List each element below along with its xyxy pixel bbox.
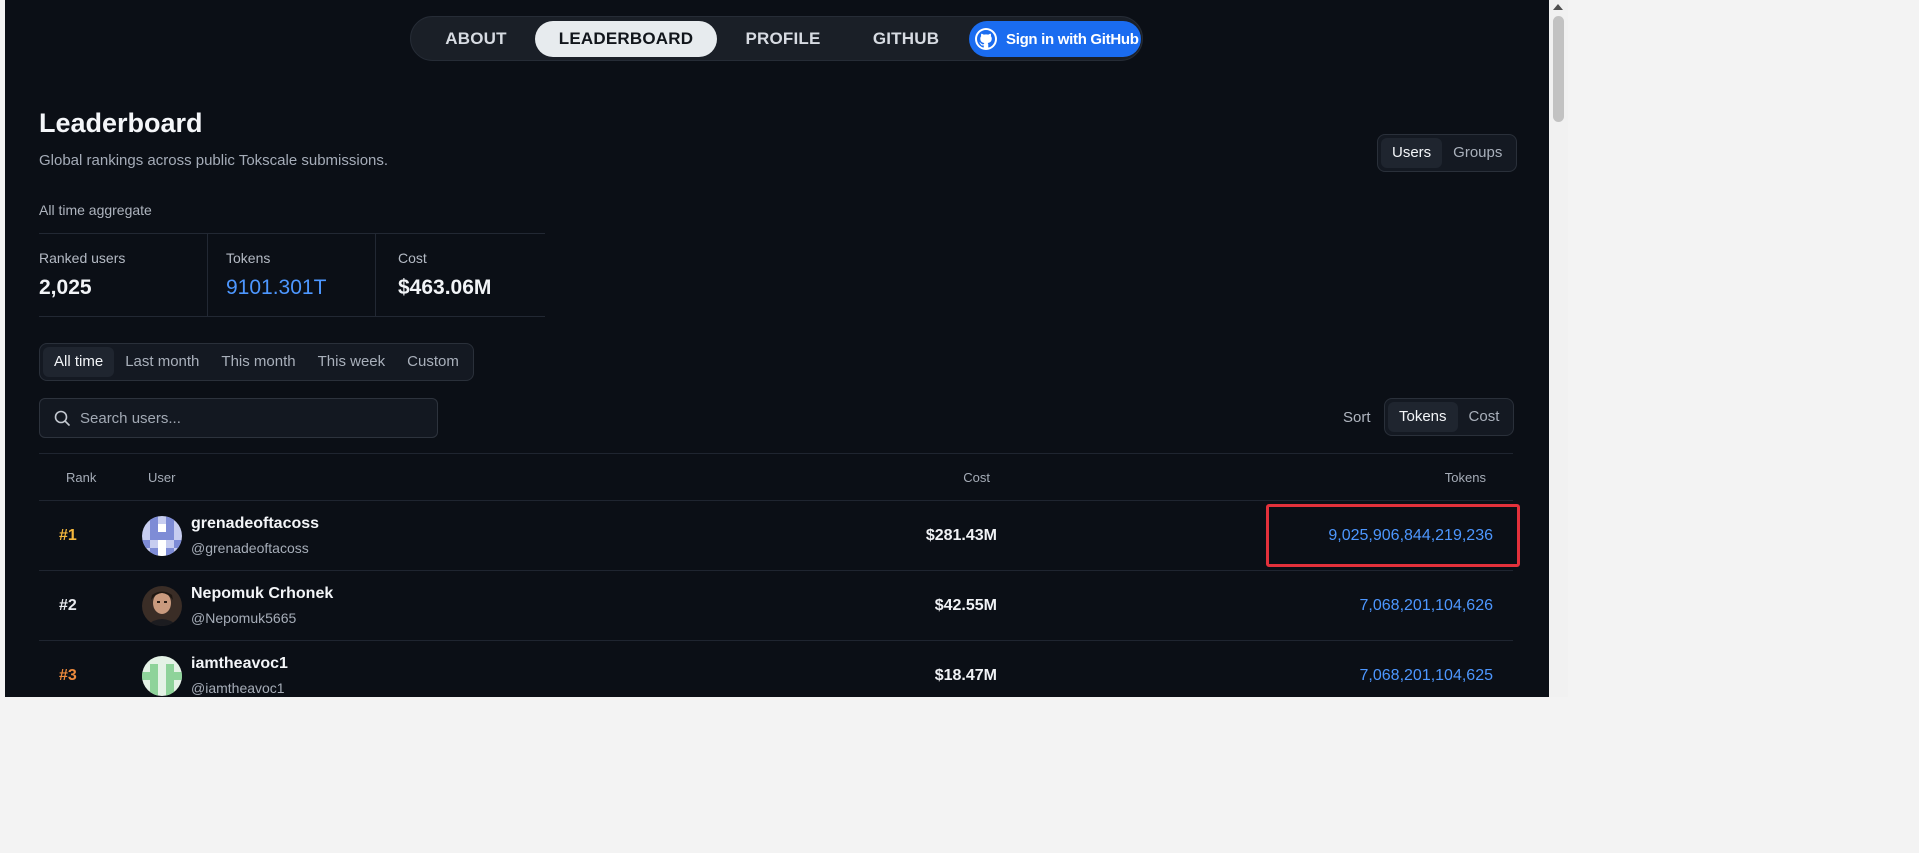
- scroll-thumb[interactable]: [1553, 16, 1564, 122]
- nav-about[interactable]: ABOUT: [420, 21, 532, 57]
- stat-value: 9101.301T: [226, 276, 327, 299]
- table-row[interactable]: #2 Nepomuk Crhonek @Nepomuk5665 $42.55M …: [39, 571, 1513, 641]
- search-box: [39, 398, 438, 438]
- top-nav: ABOUT LEADERBOARD PROFILE GITHUB Sign in…: [410, 16, 1143, 61]
- stat-divider: [207, 234, 208, 317]
- scrollbar[interactable]: [1549, 0, 1568, 697]
- tokens-value: 7,068,201,104,625: [1359, 667, 1493, 684]
- stat-divider: [375, 234, 376, 317]
- period-this-week[interactable]: This week: [307, 347, 397, 377]
- table-row[interactable]: #3 iamtheavoc1 @iamtheavoc1 $18.47M 7,06…: [39, 641, 1513, 697]
- user-handle: @iamtheavoc1: [191, 680, 285, 696]
- period-all-time[interactable]: All time: [43, 347, 115, 377]
- stat-value: $463.06M: [398, 276, 492, 299]
- nav-profile[interactable]: PROFILE: [721, 21, 845, 57]
- cost-value: $281.43M: [925, 527, 997, 544]
- scope-users[interactable]: Users: [1381, 138, 1443, 168]
- user-name[interactable]: Nepomuk Crhonek: [191, 585, 333, 603]
- sort-label: Sort: [1343, 409, 1371, 426]
- cost-value: $18.47M: [934, 667, 997, 684]
- stat-tokens: Tokens 9101.301T: [226, 234, 376, 317]
- scroll-up-arrow-icon[interactable]: [1553, 4, 1563, 10]
- search-input[interactable]: [80, 399, 430, 437]
- period-custom[interactable]: Custom: [396, 347, 470, 377]
- stat-label: Cost: [398, 250, 427, 266]
- period-last-month[interactable]: Last month: [114, 347, 210, 377]
- search-icon: [54, 410, 70, 426]
- user-name[interactable]: iamtheavoc1: [191, 655, 288, 673]
- sort-tokens[interactable]: Tokens: [1388, 402, 1458, 432]
- stats-panel: Ranked users 2,025 Tokens 9101.301T Cost…: [39, 233, 545, 317]
- stat-label: Ranked users: [39, 250, 126, 266]
- header-tokens[interactable]: Tokens: [1445, 470, 1486, 485]
- aggregate-label: All time aggregate: [39, 202, 152, 218]
- table-header: Rank User Cost Tokens: [39, 453, 1513, 501]
- nav-github[interactable]: GITHUB: [847, 21, 965, 57]
- period-this-month[interactable]: This month: [210, 347, 306, 377]
- user-name[interactable]: grenadeoftacoss: [191, 515, 319, 533]
- avatar[interactable]: [142, 656, 182, 696]
- app-window: ABOUT LEADERBOARD PROFILE GITHUB Sign in…: [5, 0, 1549, 697]
- page-title: Leaderboard: [39, 108, 203, 138]
- user-handle: @Nepomuk5665: [191, 610, 297, 626]
- stat-label: Tokens: [226, 250, 271, 266]
- avatar[interactable]: [142, 516, 182, 556]
- sort-toggle: Tokens Cost: [1384, 398, 1515, 436]
- scope-toggle: Users Groups: [1377, 134, 1518, 172]
- leaderboard-table: Rank User Cost Tokens #1 grenadeoftacoss…: [39, 453, 1513, 697]
- github-icon: [975, 28, 997, 50]
- rank: #3: [59, 667, 77, 684]
- sort-cost[interactable]: Cost: [1458, 402, 1511, 432]
- header-user[interactable]: User: [148, 470, 175, 485]
- stat-cost: Cost $463.06M: [398, 234, 545, 317]
- rank: #1: [59, 527, 77, 544]
- cost-value: $42.55M: [934, 597, 997, 614]
- nav-leaderboard[interactable]: LEADERBOARD: [535, 21, 717, 57]
- header-cost[interactable]: Cost: [963, 470, 990, 485]
- scope-groups[interactable]: Groups: [1442, 138, 1513, 168]
- user-handle: @grenadeoftacoss: [191, 540, 309, 556]
- sign-in-label: Sign in with GitHub: [1006, 30, 1139, 48]
- sign-in-github-button[interactable]: Sign in with GitHub: [969, 21, 1141, 57]
- header-rank[interactable]: Rank: [66, 470, 96, 485]
- avatar[interactable]: [142, 586, 182, 626]
- tokens-value: 7,068,201,104,626: [1359, 597, 1493, 614]
- page-subtitle: Global rankings across public Tokscale s…: [39, 152, 389, 169]
- stat-value: 2,025: [39, 276, 92, 299]
- highlight-box: [1266, 504, 1520, 567]
- rank: #2: [59, 597, 77, 614]
- stat-ranked-users: Ranked users 2,025: [39, 234, 207, 317]
- period-filter: All time Last month This month This week…: [39, 343, 474, 381]
